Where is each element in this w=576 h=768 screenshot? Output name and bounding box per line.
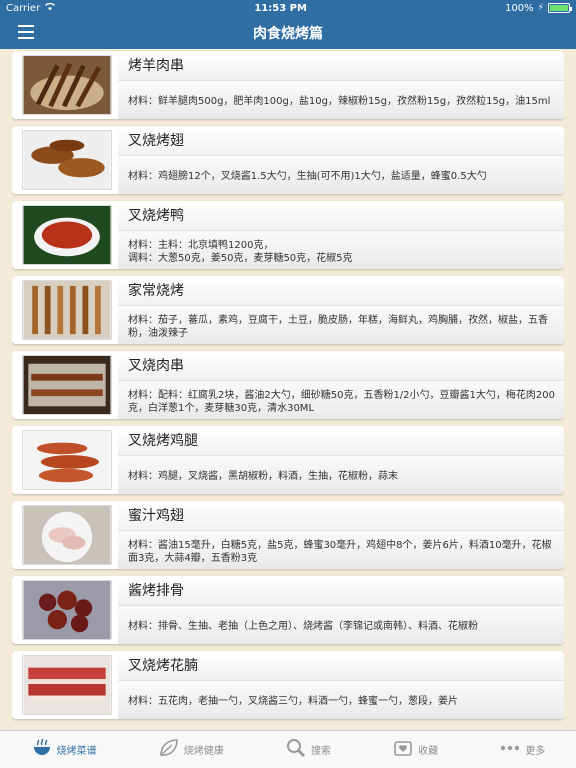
recipe-ingredients: 材料：鸡腿，叉烧酱，黑胡椒粉，料酒，生抽，花椒粉，蒜末 [118, 456, 564, 494]
recipe-thumbnail [22, 580, 112, 640]
recipe-thumbnail [22, 205, 112, 265]
recipe-thumbnail [22, 130, 112, 190]
battery-icon [548, 3, 572, 13]
recipe-item[interactable]: 叉烧烤花腩 材料：五花肉，老抽一勺，叉烧酱三勺，料酒一勺，蜂蜜一勺，葱段，姜片 [12, 651, 564, 719]
battery-percentage: 100% [505, 2, 534, 14]
recipe-title: 叉烧肉串 [118, 351, 564, 381]
recipe-ingredients: 材料：五花肉，老抽一勺，叉烧酱三勺，料酒一勺，蜂蜜一勺，葱段，姜片 [118, 681, 564, 719]
tab-label: 搜索 [310, 746, 331, 757]
tab-label: 烧烤菜谱 [56, 746, 97, 757]
recipe-item[interactable]: 蜜汁鸡翅 材料：酱油15毫升，白糖5克，盐5克，蜂蜜30毫升，鸡翅中8个，姜片6… [12, 501, 564, 569]
search-icon [285, 737, 307, 762]
recipe-thumbnail [22, 355, 112, 415]
more-icon [499, 737, 521, 762]
recipe-item[interactable]: 叉烧烤鸭 材料：主料：北京填鸭1200克， 调料：大葱50克，姜50克，麦芽糖5… [12, 201, 564, 269]
charging-icon: ⚡ [537, 3, 544, 13]
tab-search[interactable]: 搜索 [285, 737, 331, 762]
grill-icon [31, 737, 53, 762]
carrier-label: Carrier [6, 2, 41, 14]
status-bar: Carrier 11:53 PM 100% ⚡ [0, 0, 576, 16]
recipe-ingredients: 材料：配料：红腐乳2块，酱油2大勺，细砂糖50克，五香粉1/2小勺，豆瓣酱1大勺… [118, 381, 564, 419]
recipe-title: 叉烧烤鸡腿 [118, 426, 564, 456]
recipe-thumbnail [22, 505, 112, 565]
recipe-ingredients: 材料：排骨、生抽、老抽（上色之用）、烧烤酱（李锦记或南韩）、料酒、花椒粉 [118, 606, 564, 644]
wifi-icon [44, 2, 56, 14]
status-time: 11:53 PM [254, 2, 307, 14]
recipe-title: 烤羊肉串 [118, 51, 564, 81]
recipe-item[interactable]: 叉烧烤鸡腿 材料：鸡腿，叉烧酱，黑胡椒粉，料酒，生抽，花椒粉，蒜末 [12, 426, 564, 494]
tab-label: 收藏 [418, 746, 439, 757]
recipe-ingredients: 材料：鲜羊腿肉500g，肥羊肉100g，盐10g，辣椒粉15g，孜然粉15g，孜… [118, 81, 564, 119]
recipe-thumbnail [22, 55, 112, 115]
recipe-ingredients: 材料：茄子，蕃瓜，素鸡，豆腐干，土豆，脆皮肠，年糕，海鲜丸，鸡胸脯，孜然，椒盐，… [118, 306, 564, 344]
page-title: 肉食烧烤篇 [253, 25, 323, 42]
navigation-bar: 肉食烧烤篇 [0, 16, 576, 49]
recipe-title: 家常烧烤 [118, 276, 564, 306]
recipe-title: 酱烤排骨 [118, 576, 564, 606]
recipe-thumbnail [22, 655, 112, 715]
recipe-title: 蜜汁鸡翅 [118, 501, 564, 531]
recipe-ingredients: 材料：鸡翅膀12个，叉烧酱1.5大勺，生抽(可不用)1大勺，盐适量，蜂蜜0.5大… [118, 156, 564, 194]
recipe-item[interactable]: 叉烧肉串 材料：配料：红腐乳2块，酱油2大勺，细砂糖50克，五香粉1/2小勺，豆… [12, 351, 564, 419]
recipe-item[interactable]: 家常烧烤 材料：茄子，蕃瓜，素鸡，豆腐干，土豆，脆皮肠，年糕，海鲜丸，鸡胸脯，孜… [12, 276, 564, 344]
tab-label: 更多 [525, 746, 546, 757]
leaf-icon [158, 737, 180, 762]
tab-label: 烧烤健康 [183, 746, 224, 757]
recipe-title: 叉烧烤翅 [118, 126, 564, 156]
recipe-thumbnail [22, 430, 112, 490]
tab-more[interactable]: 更多 [499, 737, 545, 762]
tab-grill-health[interactable]: 烧烤健康 [158, 737, 224, 762]
recipe-item[interactable]: 叉烧烤翅 材料：鸡翅膀12个，叉烧酱1.5大勺，生抽(可不用)1大勺，盐适量，蜂… [12, 126, 564, 194]
tab-bar: 烧烤菜谱 烧烤健康 搜索 收藏 更多 [0, 730, 576, 768]
recipe-ingredients: 材料：主料：北京填鸭1200克， 调料：大葱50克，姜50克，麦芽糖50克，花椒… [118, 231, 564, 269]
recipe-item[interactable]: 烤羊肉串 材料：鲜羊腿肉500g，肥羊肉100g，盐10g，辣椒粉15g，孜然粉… [12, 51, 564, 119]
recipe-list[interactable]: 烤羊肉串 材料：鲜羊腿肉500g，肥羊肉100g，盐10g，辣椒粉15g，孜然粉… [12, 49, 564, 730]
recipe-thumbnail [22, 280, 112, 340]
recipe-ingredients: 材料：酱油15毫升，白糖5克，盐5克，蜂蜜30毫升，鸡翅中8个，姜片6片，料酒1… [118, 531, 564, 569]
recipe-title: 叉烧烤花腩 [118, 651, 564, 681]
recipe-title: 叉烧烤鸭 [118, 201, 564, 231]
tab-favorites[interactable]: 收藏 [392, 737, 438, 762]
recipe-item[interactable]: 酱烤排骨 材料：排骨、生抽、老抽（上色之用）、烧烤酱（李锦记或南韩）、料酒、花椒… [12, 576, 564, 644]
favorite-icon [392, 737, 414, 762]
tab-grill-recipes[interactable]: 烧烤菜谱 [31, 737, 97, 762]
menu-icon[interactable] [18, 25, 34, 39]
